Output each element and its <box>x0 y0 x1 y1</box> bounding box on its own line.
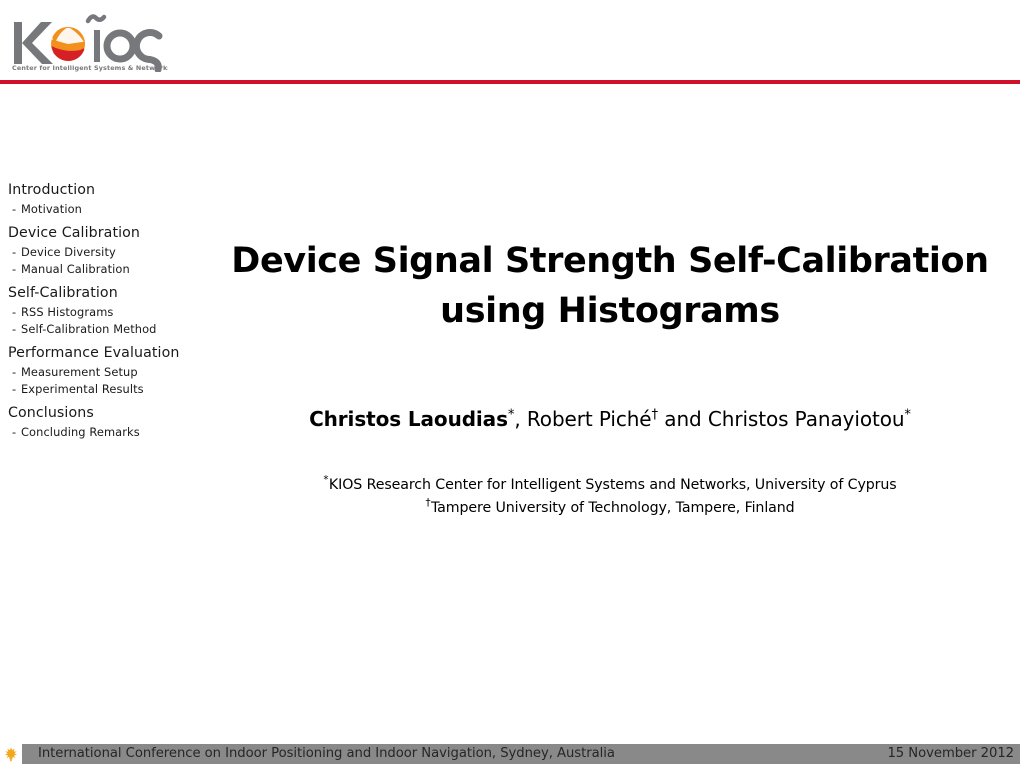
sidebar-subitem-experimental-results[interactable]: - Experimental Results <box>0 382 200 396</box>
title-block: Device Signal Strength Self-Calibration … <box>200 120 1020 520</box>
toc-section-device-calibration: Device Calibration - Device Diversity - Ma… <box>0 225 200 276</box>
author-1-name: Christos Laoudias <box>309 407 508 431</box>
toc-subitem-label: Device Diversity <box>21 245 116 259</box>
authors-line: Christos Laoudias*, Robert Piché† and Ch… <box>200 336 1020 432</box>
toc-dash: - <box>12 322 17 336</box>
sidebar-subitem-measurement-setup[interactable]: - Measurement Setup <box>0 365 200 379</box>
title-line-2: using Histograms <box>440 291 780 331</box>
affiliations-block: *KIOS Research Center for Intelligent Sy… <box>200 432 1020 520</box>
author-3-name: Christos Panayiotou <box>707 407 905 431</box>
author-2-name: Robert Piché <box>526 407 652 431</box>
header-red-rule <box>0 80 1020 84</box>
sidebar-subitem-self-calibration-method[interactable]: - Self-Calibration Method <box>0 322 200 336</box>
toc-section-self-calibration: Self-Calibration - RSS Histograms - Self-C… <box>0 285 200 336</box>
sidebar-toc: Introduction - Motivation Device Calibrat… <box>0 182 200 448</box>
sidebar-subitem-concluding-remarks[interactable]: - Concluding Remarks <box>0 425 200 439</box>
toc-dash: - <box>12 382 17 396</box>
sidebar-subitem-manual-calibration[interactable]: - Manual Calibration <box>0 262 200 276</box>
footer-bar: International Conference on Indoor Posit… <box>0 744 1020 764</box>
toc-subitem-label: Self-Calibration Method <box>21 322 157 336</box>
sidebar-subitem-rss-histograms[interactable]: - RSS Histograms <box>0 305 200 319</box>
header-band: Center for Intelligent Systems & Network… <box>0 0 1020 84</box>
toc-section-introduction: Introduction - Motivation <box>0 182 200 216</box>
tree-icon <box>5 747 17 762</box>
toc-section-conclusions: Conclusions - Concluding Remarks <box>0 405 200 439</box>
toc-dash: - <box>12 245 17 259</box>
kios-logo-graphic: Center for Intelligent Systems & Network… <box>12 14 168 72</box>
sidebar-subitem-motivation[interactable]: - Motivation <box>0 202 200 216</box>
sidebar-subitem-device-diversity[interactable]: - Device Diversity <box>0 245 200 259</box>
toc-dash: - <box>12 202 17 216</box>
sidebar-item-introduction[interactable]: Introduction <box>0 182 200 199</box>
title-line-1: Device Signal Strength Self-Calibration <box>231 241 989 281</box>
toc-dash: - <box>12 262 17 276</box>
logo-tagline: Center for Intelligent Systems & Network… <box>12 64 168 72</box>
author-separator-2: and <box>658 407 708 431</box>
footer-date: 15 November 2012 <box>887 746 1014 761</box>
toc-dash: - <box>12 305 17 319</box>
author-3-affiliation-mark: * <box>904 407 911 423</box>
footer-conference-text: International Conference on Indoor Posit… <box>38 746 615 761</box>
kios-logo: Center for Intelligent Systems & Network… <box>8 8 168 72</box>
page-title: Device Signal Strength Self-Calibration … <box>200 120 1020 336</box>
toc-subitem-label: Experimental Results <box>21 382 144 396</box>
toc-dash: - <box>12 425 17 439</box>
toc-subitem-label: Concluding Remarks <box>21 425 140 439</box>
toc-subitem-label: Motivation <box>21 202 82 216</box>
footer-icon-container <box>0 744 22 764</box>
sidebar-item-device-calibration[interactable]: Device Calibration <box>0 225 200 242</box>
affiliation-2-text: Tampere University of Technology, Tamper… <box>430 500 795 516</box>
toc-subitem-label: RSS Histograms <box>21 305 114 319</box>
affiliation-1-text: KIOS Research Center for Intelligent Sys… <box>328 477 897 493</box>
sidebar-item-conclusions[interactable]: Conclusions <box>0 405 200 422</box>
toc-dash: - <box>12 365 17 379</box>
author-separator-1: , <box>514 407 527 431</box>
toc-subitem-label: Measurement Setup <box>21 365 138 379</box>
toc-section-performance-evaluation: Performance Evaluation - Measurement Setu… <box>0 345 200 396</box>
toc-subitem-label: Manual Calibration <box>21 262 130 276</box>
sidebar-item-performance-evaluation[interactable]: Performance Evaluation <box>0 345 200 362</box>
sidebar-item-self-calibration[interactable]: Self-Calibration <box>0 285 200 302</box>
